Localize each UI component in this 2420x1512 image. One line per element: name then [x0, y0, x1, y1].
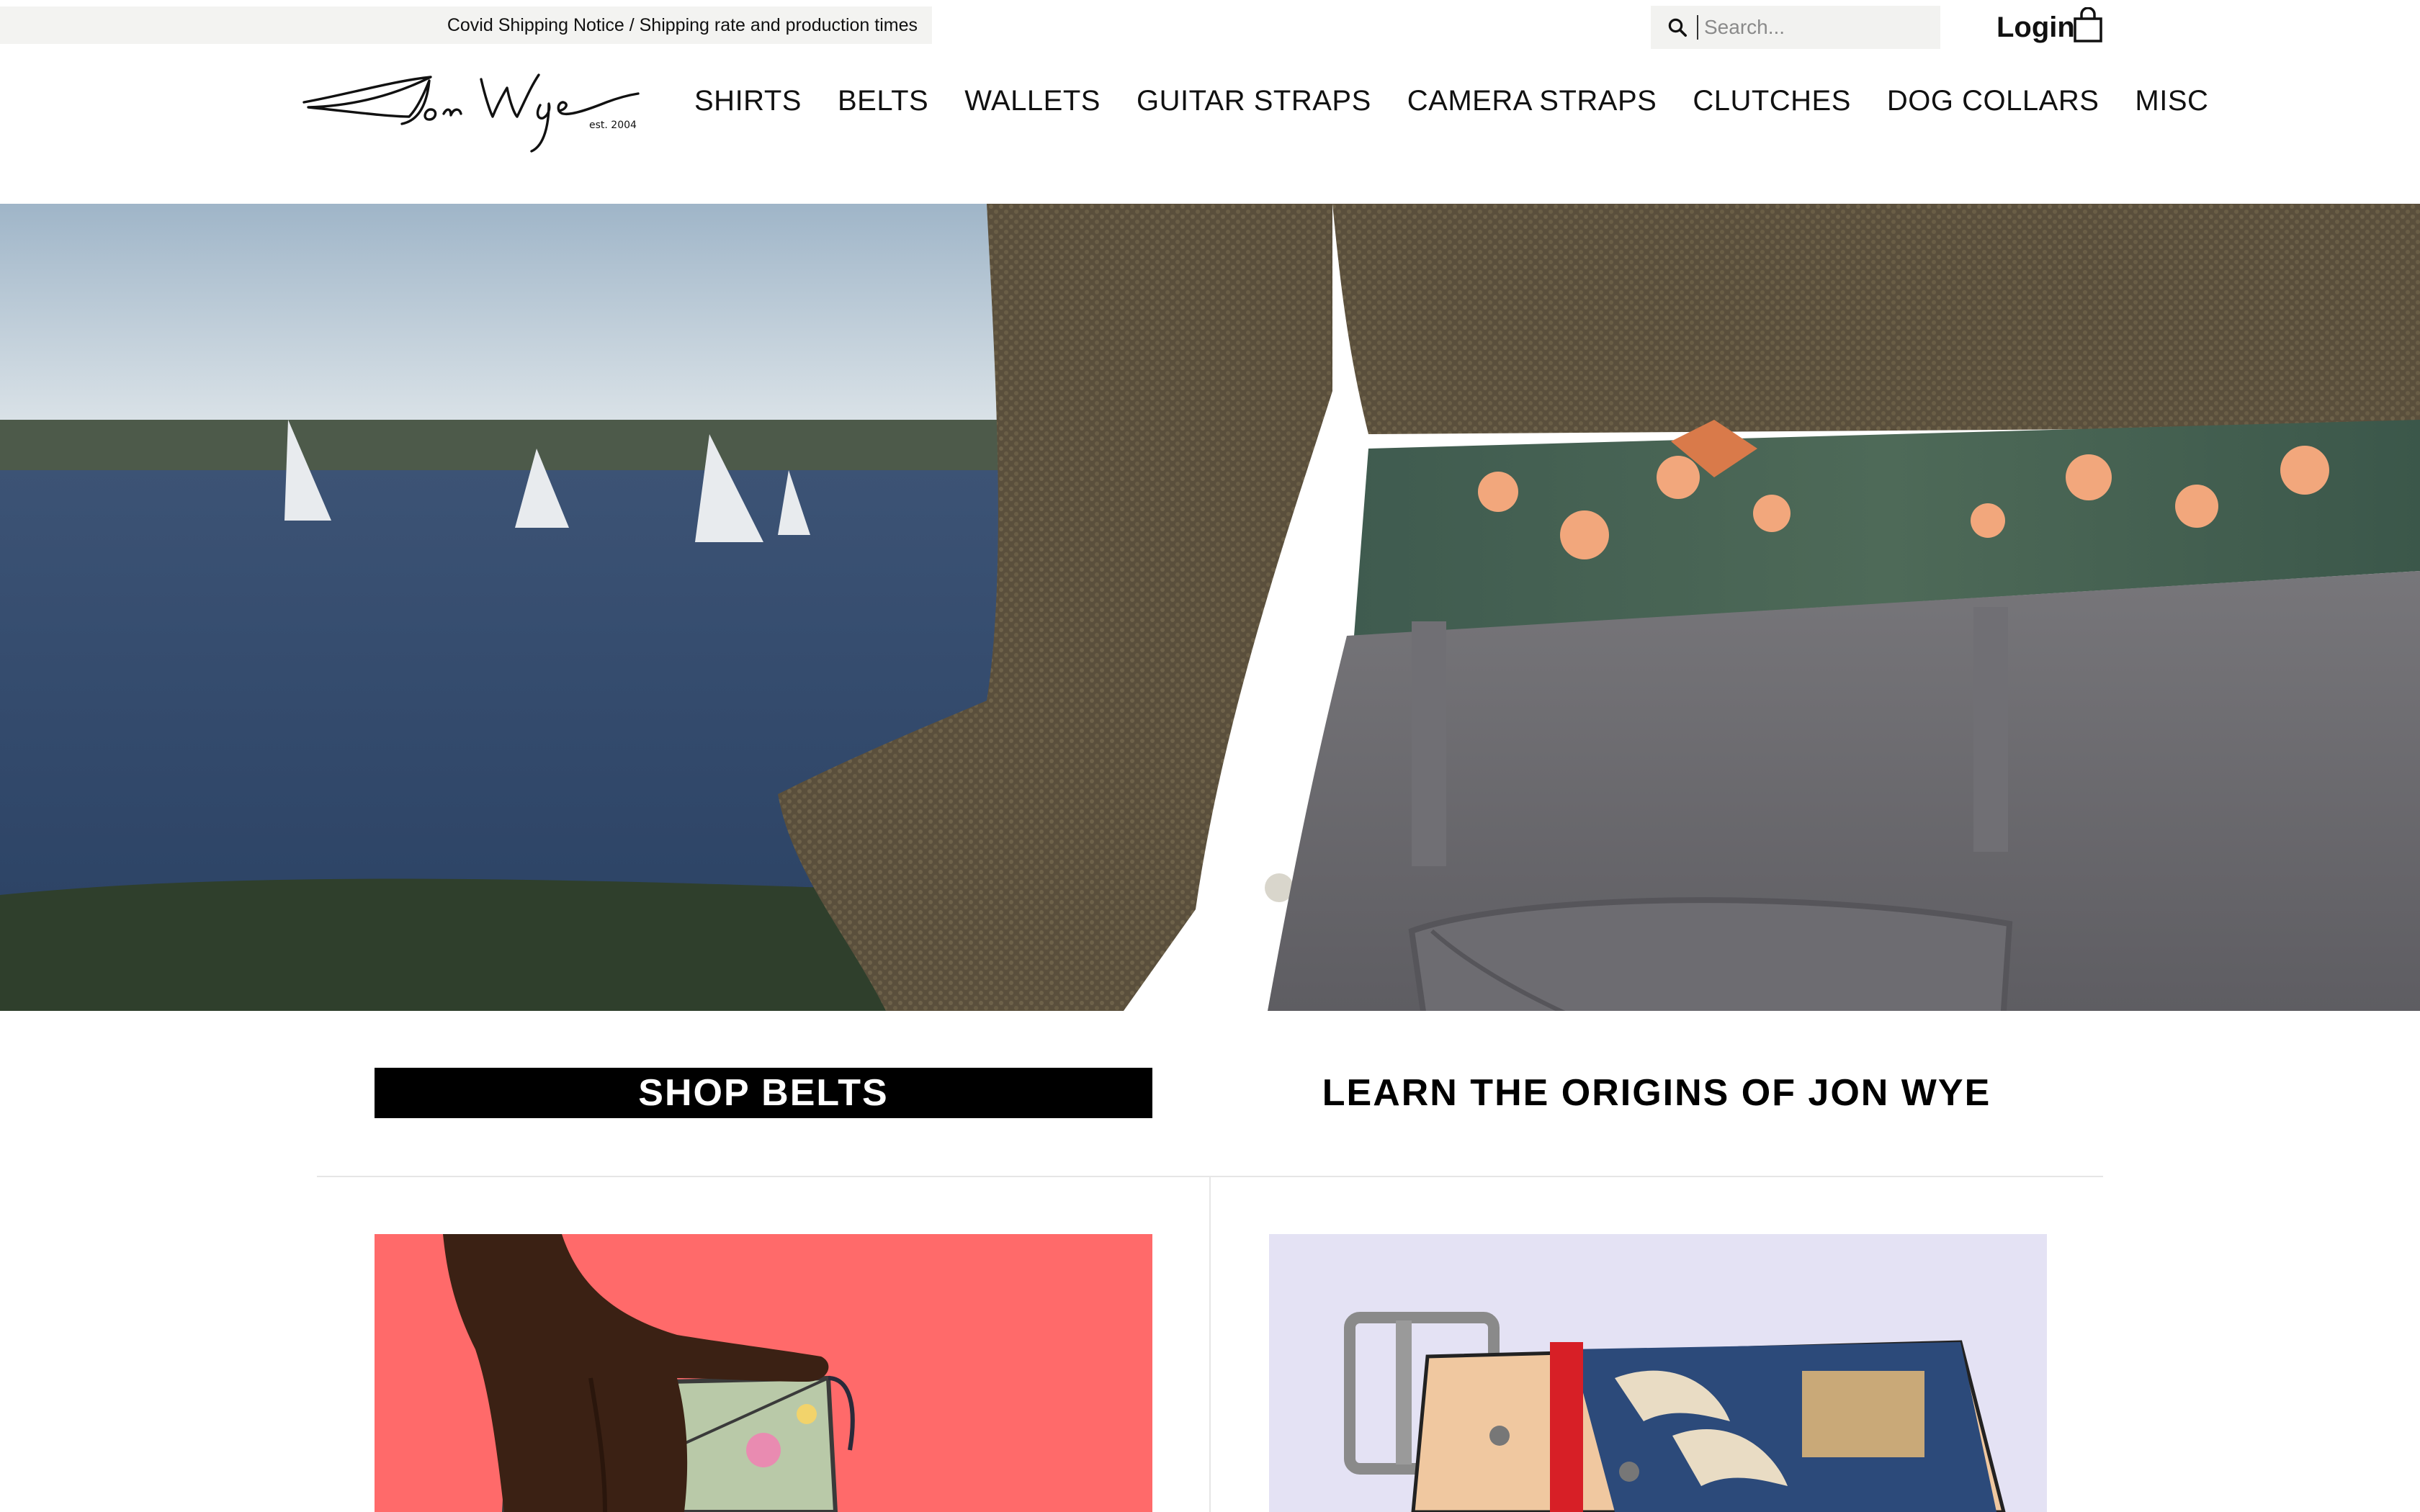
learn-origins-link[interactable]: LEARN THE ORIGINS OF JON WYE	[1268, 1068, 2045, 1118]
shipping-notice-link[interactable]: Covid Shipping Notice / Shipping rate an…	[447, 15, 918, 36]
nav-item-camera-straps[interactable]: CAMERA STRAPS	[1407, 85, 1657, 117]
nav-item-misc[interactable]: MISC	[2135, 85, 2208, 117]
nav-item-dog-collars[interactable]: DOG COLLARS	[1887, 85, 2099, 117]
column-divider	[1209, 1177, 1211, 1512]
search-divider	[1697, 15, 1698, 40]
brand-logo[interactable]: est. 2004	[301, 66, 641, 158]
hero-banner-image[interactable]	[0, 204, 2420, 1011]
nav-item-clutches[interactable]: CLUTCHES	[1693, 85, 1851, 117]
logo-subtext: est. 2004	[589, 120, 637, 131]
login-link[interactable]: Login	[1996, 12, 2075, 44]
shop-belts-button[interactable]: SHOP BELTS	[375, 1068, 1152, 1118]
nav-item-shirts[interactable]: SHIRTS	[694, 85, 802, 117]
product-tile-belt[interactable]	[1269, 1234, 2047, 1512]
nav-item-wallets[interactable]: WALLETS	[964, 85, 1101, 117]
nav-item-guitar-straps[interactable]: GUITAR STRAPS	[1137, 85, 1371, 117]
search-icon[interactable]	[1667, 17, 1688, 38]
search-box[interactable]	[1651, 6, 1940, 49]
product-tile-clutch[interactable]	[375, 1234, 1152, 1512]
search-input[interactable]	[1704, 16, 1935, 39]
shopping-bag-icon[interactable]	[2073, 7, 2103, 43]
nav-item-belts[interactable]: BELTS	[838, 85, 928, 117]
main-nav: SHIRTS BELTS WALLETS GUITAR STRAPS CAMER…	[694, 85, 2208, 117]
shipping-notice-bar: Covid Shipping Notice / Shipping rate an…	[0, 6, 932, 44]
